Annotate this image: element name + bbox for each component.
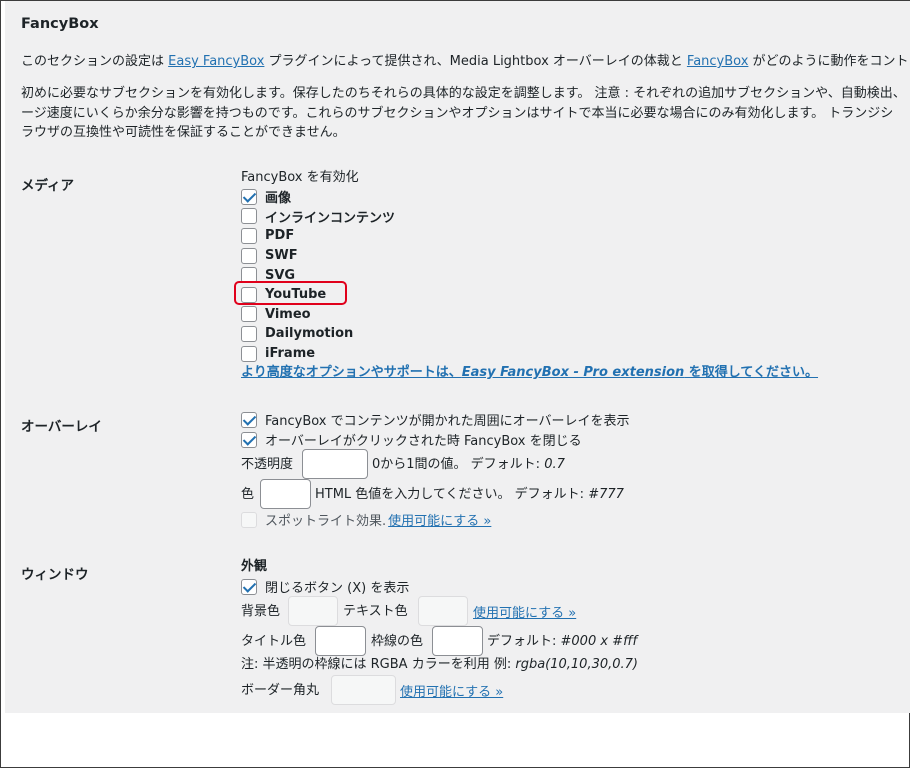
spotlight-enable-link[interactable]: 使用可能にする » xyxy=(388,510,491,529)
enable-colors-link[interactable]: 使用可能にする » xyxy=(473,602,576,621)
title-color-input[interactable] xyxy=(315,626,366,656)
checkbox-label: 閉じるボタン (X) を表示 xyxy=(265,581,410,597)
intro-line-2: 初めに必要なサブセクションを有効化します。保存したのちそれらの具体的な設定を調整… xyxy=(21,86,906,101)
rgba-note-text: 注: 半透明の枠線には RGBA カラーを利用 例: xyxy=(241,657,516,672)
media-heading: メディア xyxy=(21,178,75,194)
checkbox-label: Vimeo xyxy=(265,306,311,322)
checkbox-swf[interactable] xyxy=(241,247,257,264)
checkbox-label: 画像 xyxy=(265,191,292,207)
settings-panel: FancyBox このセクションの設定は Easy FancyBox プラグイン… xyxy=(5,1,910,713)
show-close-option[interactable]: 閉じるボタン (X) を表示 xyxy=(241,577,409,597)
border-radius-label: ボーダー角丸 xyxy=(241,683,320,698)
checkbox-image[interactable] xyxy=(241,188,257,205)
text-color-label: テキスト色 xyxy=(343,604,408,619)
default-hint-value: #000 x #fff xyxy=(560,634,638,649)
opacity-label: 不透明度 xyxy=(241,457,294,472)
media-option-image[interactable]: 画像 xyxy=(241,187,395,207)
intro-text-b: プラグインによって提供され、Media Lightbox オーバーレイの体裁と xyxy=(264,54,687,69)
spotlight-option: スポットライト効果. 使用可能にする » xyxy=(241,510,491,530)
rgba-note: 注: 半透明の枠線には RGBA カラーを利用 例: rgba(10,10,30… xyxy=(241,655,638,674)
color-hint: HTML 色値を入力してください。 デフォルト: #777 xyxy=(315,485,624,504)
checkbox-label: インラインコンテンツ xyxy=(265,210,396,226)
checkbox-iframe[interactable] xyxy=(241,345,257,362)
checkbox-pdf[interactable] xyxy=(241,227,257,244)
intro-text-a: このセクションの設定は xyxy=(21,54,169,69)
checkbox-label: オーバーレイがクリックされた時 FancyBox を閉じる xyxy=(265,434,582,450)
youtube-highlight-box xyxy=(234,281,347,305)
opacity-hint: 0から1間の値。 デフォルト: 0.7 xyxy=(372,455,565,474)
checkbox-label: SWF xyxy=(265,248,298,264)
window-default-hint: デフォルト: #000 x #fff xyxy=(487,632,637,651)
overlay-close-option[interactable]: オーバーレイがクリックされた時 FancyBox を閉じる xyxy=(241,430,582,450)
text-color-input xyxy=(418,596,468,626)
media-option-vimeo[interactable]: Vimeo xyxy=(241,305,395,325)
bg-color-input xyxy=(288,596,338,626)
checkbox-label: PDF xyxy=(265,228,295,244)
checkbox-show-close[interactable] xyxy=(241,578,257,595)
enable-radius-link[interactable]: 使用可能にする » xyxy=(400,681,503,700)
pro-link-text-c: を取得してください。 xyxy=(684,365,819,380)
checkbox-dailymotion[interactable] xyxy=(241,325,257,342)
title-color-label: タイトル色 xyxy=(241,634,307,649)
checkbox-label: iFrame xyxy=(265,346,316,362)
easy-fancybox-link[interactable]: Easy FancyBox xyxy=(168,54,264,69)
media-checkbox-list: 画像 インラインコンテンツ PDF SWF SVG YouTube Vimeo … xyxy=(241,187,395,363)
color-label: 色 xyxy=(241,487,255,502)
section-title: FancyBox xyxy=(21,16,99,32)
border-color-label: 枠線の色 xyxy=(371,634,424,649)
appearance-heading: 外観 xyxy=(241,559,268,574)
overlay-show-option[interactable]: FancyBox でコンテンツが開かれた周囲にオーバーレイを表示 xyxy=(241,410,630,430)
checkbox-label: スポットライト効果. xyxy=(265,514,387,530)
pro-extension-link[interactable]: より高度なオプションやサポートは、Easy FancyBox - Pro ext… xyxy=(241,361,818,380)
window-heading: ウィンドウ xyxy=(21,567,89,583)
opacity-hint-text: 0から1間の値。 デフォルト: xyxy=(372,457,545,472)
intro-line-3: ージ速度にいくらか余分な影響を持つものです。これらのサブセクションやオプションは… xyxy=(21,106,894,121)
color-hint-text: HTML 色値を入力してください。 デフォルト: xyxy=(315,487,589,502)
checkbox-show-overlay[interactable] xyxy=(241,411,257,428)
fancybox-link[interactable]: FancyBox xyxy=(687,54,749,69)
border-color-input[interactable] xyxy=(432,626,483,656)
opacity-default: 0.7 xyxy=(544,457,565,472)
checkbox-inline[interactable] xyxy=(241,208,257,225)
media-option-swf[interactable]: SWF xyxy=(241,246,395,266)
default-hint-text: デフォルト: xyxy=(487,634,561,649)
overlay-color-input[interactable] xyxy=(260,479,311,509)
media-option-dailymotion[interactable]: Dailymotion xyxy=(241,324,395,344)
color-default: #777 xyxy=(588,487,624,502)
checkbox-vimeo[interactable] xyxy=(241,306,257,323)
intro-line-4: ラウザの互換性や可読性を保証することができません。 xyxy=(21,125,346,140)
bg-color-label: 背景色 xyxy=(241,604,281,619)
checkbox-label: FancyBox でコンテンツが開かれた周囲にオーバーレイを表示 xyxy=(265,414,630,430)
pro-link-text-a: より高度なオプションやサポートは、 xyxy=(241,365,462,380)
checkbox-spotlight xyxy=(241,511,257,528)
border-radius-input xyxy=(331,675,396,705)
opacity-input[interactable] xyxy=(302,449,368,479)
intro-text-c: がどのように動作をコントロー xyxy=(752,54,910,69)
screenshot-frame: FancyBox このセクションの設定は Easy FancyBox プラグイン… xyxy=(0,0,910,768)
rgba-note-example: rgba(10,10,30,0.7) xyxy=(515,657,638,672)
checkbox-close-on-click[interactable] xyxy=(241,431,257,448)
overlay-heading: オーバーレイ xyxy=(21,419,102,435)
media-option-inline[interactable]: インラインコンテンツ xyxy=(241,207,395,227)
intro-line-1: このセクションの設定は Easy FancyBox プラグインによって提供され、… xyxy=(21,52,910,71)
media-enable-label: FancyBox を有効化 xyxy=(241,170,359,185)
pro-link-text-b: Easy FancyBox - Pro extension xyxy=(461,365,685,380)
media-option-pdf[interactable]: PDF xyxy=(241,226,395,246)
checkbox-label: Dailymotion xyxy=(265,326,354,342)
